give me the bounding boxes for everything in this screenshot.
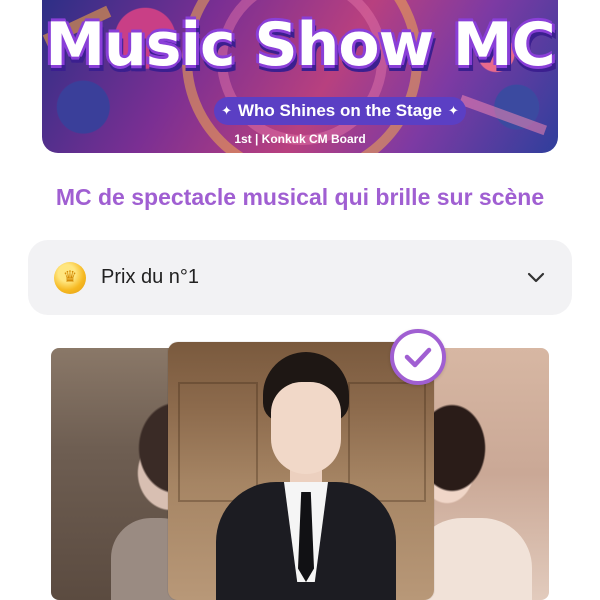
- banner-caption: 1st | Konkuk CM Board: [234, 132, 366, 146]
- background-panel: [348, 382, 426, 502]
- gold-crown-coin-icon: [54, 261, 86, 294]
- banner-subtitle-text: Who Shines on the Stage: [237, 101, 442, 120]
- check-circle-icon: [390, 329, 446, 385]
- candidate-card-selected[interactable]: [168, 342, 434, 600]
- sparkle-icon: ✦: [448, 103, 459, 118]
- banner-subtitle: ✦ Who Shines on the Stage ✦: [214, 97, 466, 125]
- candidate-photo-face: [271, 382, 341, 474]
- banner-decoration: [459, 94, 547, 136]
- chevron-down-icon[interactable]: [526, 268, 546, 288]
- sparkle-icon: ✦: [221, 103, 232, 118]
- banner-title: Music Show MC: [45, 10, 555, 80]
- prize-dropdown-label: Prix du n°1: [101, 266, 200, 288]
- page-headline: MC de spectacle musical qui brille sur s…: [55, 184, 545, 210]
- event-banner: Music Show MC ✦ Who Shines on the Stage …: [42, 0, 558, 153]
- background-panel: [178, 382, 258, 502]
- prize-dropdown[interactable]: Prix du n°1: [28, 240, 572, 315]
